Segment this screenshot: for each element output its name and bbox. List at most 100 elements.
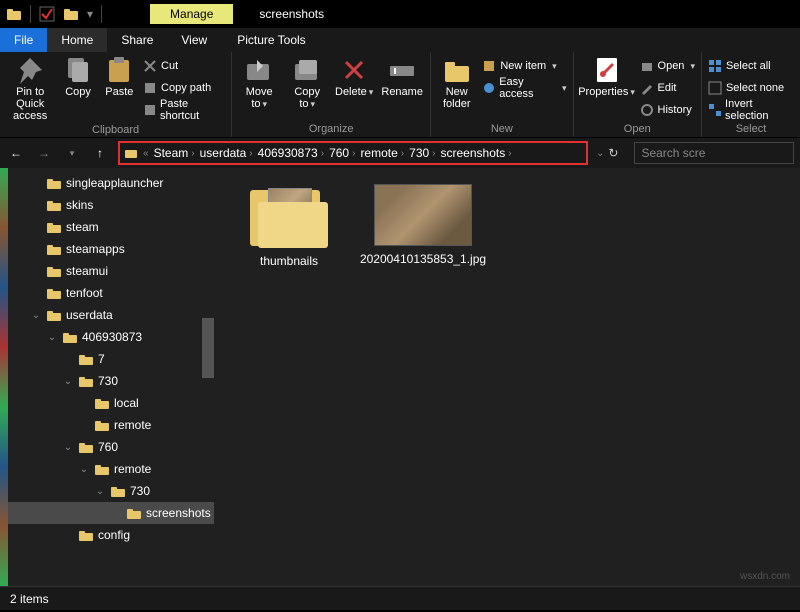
shortcut-icon [143, 103, 156, 117]
tree-item[interactable]: ⌄406930873 [8, 326, 214, 348]
folder-icon [46, 199, 62, 212]
recent-button[interactable]: ▾ [62, 143, 82, 163]
group-open: Properties▾ Open▾ Edit History Open [574, 52, 702, 137]
properties-button[interactable]: Properties▾ [580, 56, 634, 98]
scrollbar[interactable] [202, 318, 214, 378]
breadcrumb[interactable]: « Steam› userdata› 406930873› 760› remot… [118, 141, 588, 165]
tree-item[interactable]: screenshots [8, 502, 214, 524]
folder-icon [126, 507, 142, 520]
open-button[interactable]: Open▾ [640, 56, 695, 76]
up-button[interactable]: ↑ [90, 143, 110, 163]
checkmark-icon[interactable] [39, 6, 55, 22]
tab-picture-tools[interactable]: Picture Tools [223, 28, 319, 52]
tree-label: userdata [66, 308, 113, 322]
selectall-button[interactable]: Select all [708, 56, 794, 76]
crumb-steam[interactable]: Steam› [154, 146, 198, 160]
tree-item[interactable]: config [8, 524, 214, 546]
tree-item[interactable]: steamui [8, 260, 214, 282]
expand-icon[interactable]: ⌄ [78, 464, 90, 475]
tree-item[interactable]: singleapplauncher [8, 172, 214, 194]
tree-item[interactable]: skins [8, 194, 214, 216]
refresh-button[interactable]: ↻ [608, 146, 618, 160]
properties-icon [593, 56, 621, 84]
moveto-button[interactable]: Move to▾ [238, 56, 280, 110]
pasteshortcut-button[interactable]: Paste shortcut [143, 100, 225, 120]
folder-icon [110, 485, 126, 498]
newfolder-button[interactable]: New folder [437, 56, 476, 110]
crumb-406930873[interactable]: 406930873› [258, 146, 327, 160]
history-button[interactable]: History [640, 100, 695, 120]
crumb-screenshots[interactable]: screenshots› [441, 146, 515, 160]
cut-button[interactable]: Cut [143, 56, 225, 76]
easyaccess-button[interactable]: Easy access▾ [482, 78, 566, 98]
tree-label: steam [66, 220, 99, 234]
tree-label: steamui [66, 264, 108, 278]
tab-view[interactable]: View [167, 28, 221, 52]
expand-icon[interactable]: ⌄ [62, 376, 74, 387]
copypath-button[interactable]: Copy path [143, 78, 225, 98]
body: singleapplauncher skins steam steamapps stea… [0, 168, 800, 586]
tab-file[interactable]: File [0, 28, 47, 52]
search-input[interactable]: Search scre [634, 142, 794, 164]
forward-button[interactable]: → [34, 143, 54, 163]
tree-item[interactable]: steamapps [8, 238, 214, 260]
invert-button[interactable]: Invert selection [708, 100, 794, 120]
selectnone-button[interactable]: Select none [708, 78, 794, 98]
crumb-userdata[interactable]: userdata› [200, 146, 256, 160]
pin-button[interactable]: Pin to Quick access [6, 56, 54, 122]
delete-button[interactable]: Delete▾ [334, 56, 374, 98]
paste-button[interactable]: Paste [102, 56, 137, 98]
content-pane[interactable]: thumbnails 20200410135853_1.jpg wsxdn.co… [214, 168, 800, 586]
tree-item[interactable]: ⌄ 760 [8, 436, 214, 458]
expand-icon[interactable]: ⌄ [94, 486, 106, 497]
nav-tree[interactable]: singleapplauncher skins steam steamapps stea… [8, 168, 214, 586]
history-icon [640, 103, 654, 117]
copy-icon [64, 56, 92, 84]
rename-button[interactable]: Rename [380, 56, 424, 98]
tree-label: skins [66, 198, 93, 212]
tree-label: config [98, 528, 130, 542]
group-select: Select all Select none Invert selection … [702, 52, 800, 137]
crumb-730[interactable]: 730› [409, 146, 438, 160]
tree-item[interactable]: remote [8, 414, 214, 436]
title-bar: ▾ Manage screenshots [0, 0, 800, 28]
crumb-760[interactable]: 760› [329, 146, 358, 160]
invert-icon [708, 103, 721, 117]
folder-icon[interactable] [63, 6, 79, 22]
tree-item[interactable]: ⌄ remote [8, 458, 214, 480]
newitem-button[interactable]: New item▾ [482, 56, 566, 76]
manage-tab[interactable]: Manage [150, 4, 233, 24]
copy-button[interactable]: Copy [60, 56, 95, 98]
tree-label: local [114, 396, 139, 410]
tree-item[interactable]: steam [8, 216, 214, 238]
dropdown-icon[interactable]: ⌄ [596, 148, 604, 159]
tree-label: 760 [98, 440, 118, 454]
newitem-icon [482, 59, 496, 73]
qat-overflow[interactable]: ▾ [87, 7, 93, 21]
expand-icon[interactable]: ⌄ [62, 442, 74, 453]
edit-button[interactable]: Edit [640, 78, 695, 98]
expand-icon[interactable]: ⌄ [46, 332, 58, 343]
separator [101, 5, 102, 23]
tree-label: screenshots [146, 506, 211, 520]
tree-item[interactable]: tenfoot [8, 282, 214, 304]
tree-label: remote [114, 462, 151, 476]
folder-thumb-icon [250, 184, 328, 248]
tree-item[interactable]: 7 [8, 348, 214, 370]
expand-icon[interactable]: ⌄ [30, 310, 42, 321]
tree-item[interactable]: local [8, 392, 214, 414]
tree-item[interactable]: ⌄ userdata [8, 304, 214, 326]
easyaccess-icon [482, 81, 495, 95]
back-button[interactable]: ← [6, 143, 26, 163]
tab-share[interactable]: Share [107, 28, 167, 52]
copyto-icon [293, 56, 321, 84]
tree-item[interactable]: ⌄730 [8, 370, 214, 392]
folder-icon [46, 221, 62, 234]
item-thumbnails[interactable]: thumbnails [234, 184, 344, 268]
tab-home[interactable]: Home [47, 28, 107, 52]
color-strip [0, 168, 8, 586]
item-image[interactable]: 20200410135853_1.jpg [368, 184, 478, 266]
crumb-remote[interactable]: remote› [360, 146, 407, 160]
copyto-button[interactable]: Copy to▾ [286, 56, 328, 110]
tree-item[interactable]: ⌄730 [8, 480, 214, 502]
